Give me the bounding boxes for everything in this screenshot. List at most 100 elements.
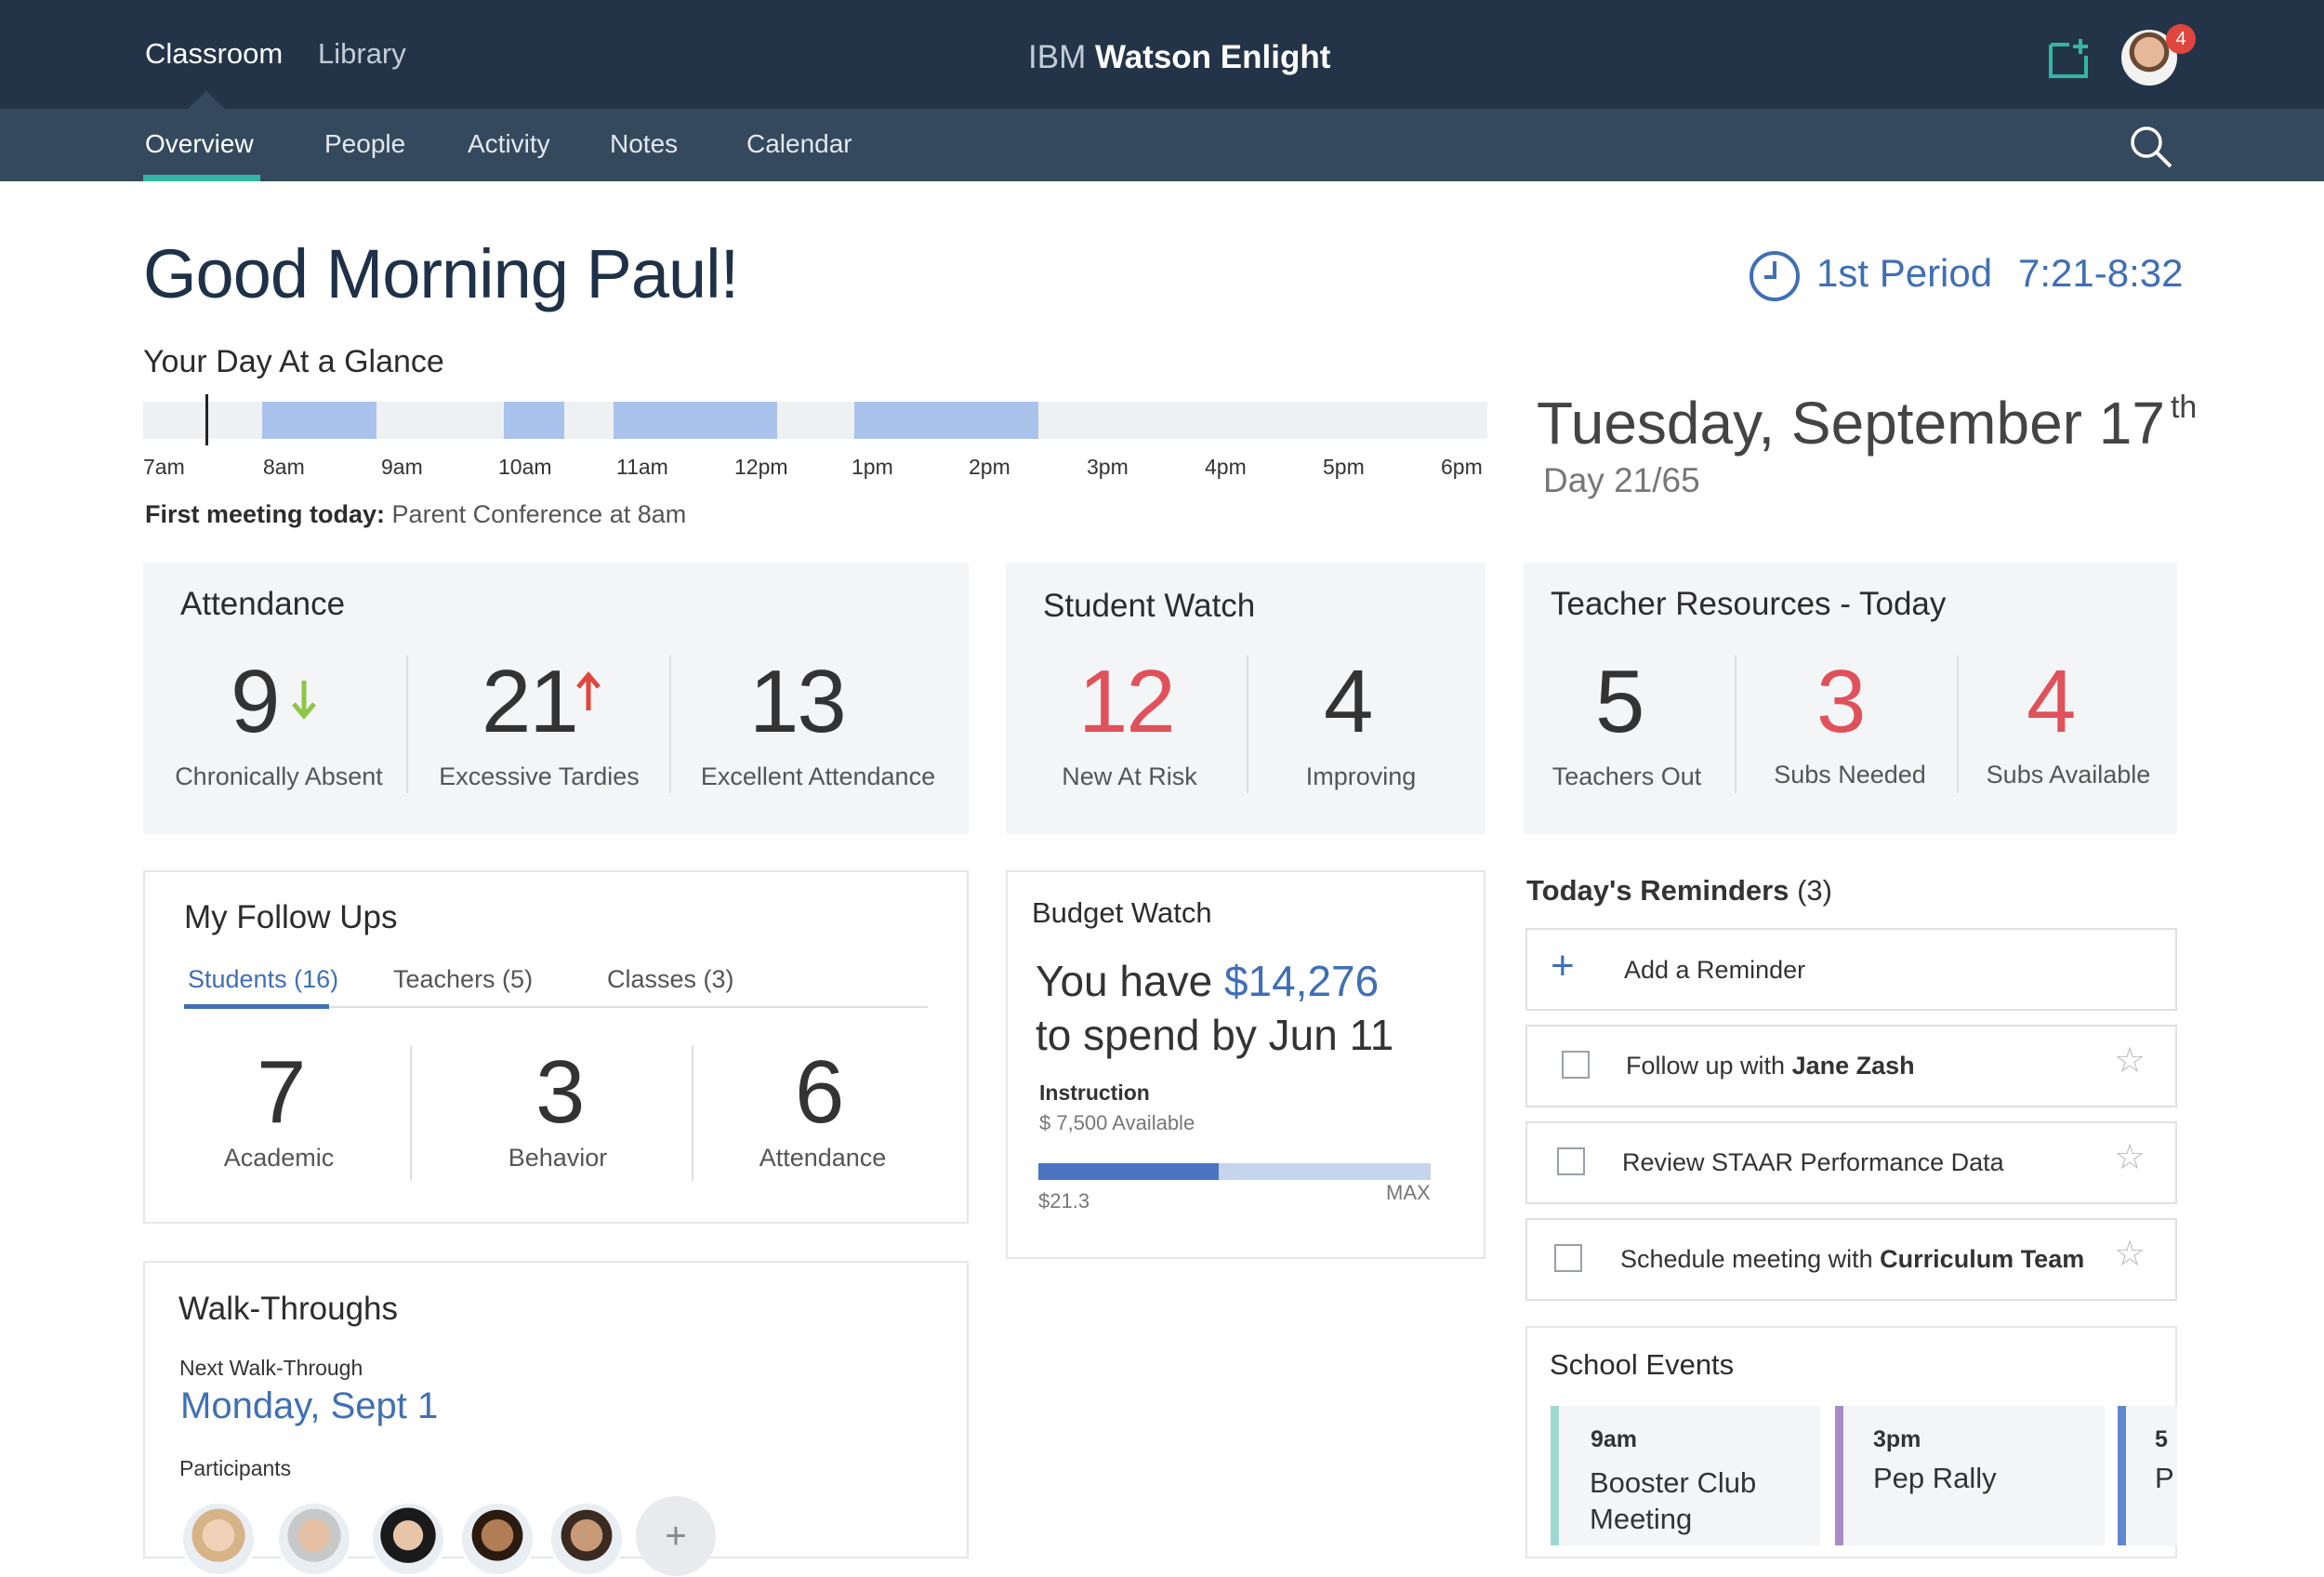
stat-label: Excellent Attendance [700,762,936,790]
participant-avatar[interactable] [459,1501,535,1577]
star-icon[interactable]: ☆ [2114,1136,2146,1178]
timeline-tick: 7am [143,455,185,479]
add-reminder-label: Add a Reminder [1624,956,1806,984]
budget-progress-fill [1038,1163,1219,1180]
tab-calendar[interactable]: Calendar [746,129,852,159]
timeline-event[interactable] [614,402,777,439]
budget-amount: $14,276 [1223,957,1380,1005]
divider [410,1045,412,1181]
budget-watch-title: Budget Watch [1032,896,1212,929]
reminder-checkbox[interactable] [1554,1244,1582,1272]
tab-activity[interactable]: Activity [468,129,550,159]
page-title: Good Morning Paul! [143,235,739,312]
plus-icon: + [1551,943,1575,988]
stat-value[interactable]: 6 [795,1041,844,1144]
timeline-tick: 9am [381,455,423,479]
search-icon[interactable] [2129,125,2175,171]
stat-value: 21 [482,652,579,751]
budget-deadline: to spend by Jun 11 [1036,1011,1394,1059]
reminder-checkbox[interactable] [1557,1147,1585,1175]
stat-label: Subs Available [1986,761,2151,788]
current-period-time: 7:21-8:32 [2018,251,2184,295]
participant-avatar[interactable] [548,1501,625,1577]
reminder-text: Follow up with Jane Zash [1626,1052,1915,1080]
stat-label: Teachers Out [1552,762,1702,790]
budget-max-label: MAX [1386,1181,1431,1204]
reminder-checkbox[interactable] [1562,1051,1590,1079]
participants-label: Participants [179,1456,292,1480]
budget-category: Instruction [1039,1080,1150,1105]
timeline-tick: 11am [616,455,668,479]
event-name: Pep Rally [1873,1462,1997,1494]
stat-label: Attendance [759,1144,887,1172]
stat-value[interactable]: 3 [535,1041,585,1144]
timeline-tick: 10am [498,455,552,479]
tab-teachers[interactable]: Teachers (5) [393,965,533,994]
tab-overview[interactable]: Overview [145,129,254,159]
timeline-tick: 2pm [969,455,1010,479]
day-count: Day 21/65 [1543,461,1700,499]
stat-value: 4 [2027,652,2076,751]
new-document-icon[interactable] [2045,35,2092,82]
student-watch-title: Student Watch [1043,588,1256,624]
timeline-event[interactable] [504,402,564,439]
teacher-resources-title: Teacher Resources - Today [1551,586,1947,622]
event-color-bar [1551,1406,1559,1545]
timeline-tick: 8am [263,455,305,479]
budget-min-label: $21.3 [1038,1189,1090,1213]
walk-throughs-title: Walk-Throughs [178,1291,398,1327]
event-color-bar [1835,1406,1843,1545]
nav-classroom[interactable]: Classroom [145,37,283,71]
active-tab-indicator [184,1004,329,1009]
reminder-text: Schedule meeting with Curriculum Team [1620,1245,2085,1273]
star-icon[interactable]: ☆ [2114,1040,2146,1081]
event-name: Booster Club Meeting [1590,1466,1757,1535]
timeline-tick: 3pm [1087,455,1129,479]
follow-ups-title: My Follow Ups [184,899,398,935]
notification-badge[interactable]: 4 [2166,24,2196,54]
clock-icon [1750,251,1800,301]
reminder-text: Review STAAR Performance Data [1622,1148,2004,1176]
participant-avatar[interactable] [276,1501,352,1577]
tab-notes[interactable]: Notes [610,129,678,159]
next-walk-label: Next Walk-Through [179,1356,363,1380]
tab-students[interactable]: Students (16) [188,965,338,994]
stat-label: Academic [223,1144,335,1172]
nav-library[interactable]: Library [318,37,406,71]
timeline-tick: 5pm [1323,455,1365,479]
stat-value[interactable]: 7 [257,1041,306,1144]
timeline-event[interactable] [854,402,1038,439]
tab-classes[interactable]: Classes (3) [607,965,734,994]
event-time: 5 [2155,1426,2168,1452]
glance-title: Your Day At a Glance [143,344,444,379]
stat-value: 9 [231,652,280,751]
add-participant-button[interactable]: + [636,1496,716,1576]
budget-available: $ 7,500 Available [1039,1111,1195,1134]
divider [1957,656,1959,793]
school-events-title: School Events [1550,1348,1735,1381]
star-icon[interactable]: ☆ [2114,1233,2146,1275]
stat-label: Chronically Absent [175,762,383,790]
stat-label: Behavior [508,1144,608,1172]
stat-label: New At Risk [1062,762,1197,790]
event-time: 3pm [1873,1426,1921,1452]
participant-avatar[interactable] [180,1501,257,1577]
divider [1247,656,1248,793]
stat-value: 5 [1595,652,1644,751]
reminders-title: Today's Reminders (3) [1526,874,1832,907]
divider [669,656,671,793]
next-walk-date[interactable]: Monday, Sept 1 [180,1385,438,1427]
tab-people[interactable]: People [324,129,405,159]
timeline-tick: 12pm [734,455,788,479]
stat-value: 4 [1324,652,1373,751]
today-date: Tuesday, September 17th [1537,390,2198,457]
participant-avatar[interactable] [370,1501,446,1577]
timeline-tick: 6pm [1441,455,1483,479]
budget-amount-line: You have $14,276 [1036,957,1380,1005]
brand-logo: IBM Watson Enlight [1028,39,1331,75]
divider [406,656,408,793]
event-name: P [2155,1462,2174,1494]
attendance-title: Attendance [180,586,346,622]
timeline-event[interactable] [262,402,376,439]
current-period: 1st Period [1816,251,1993,295]
